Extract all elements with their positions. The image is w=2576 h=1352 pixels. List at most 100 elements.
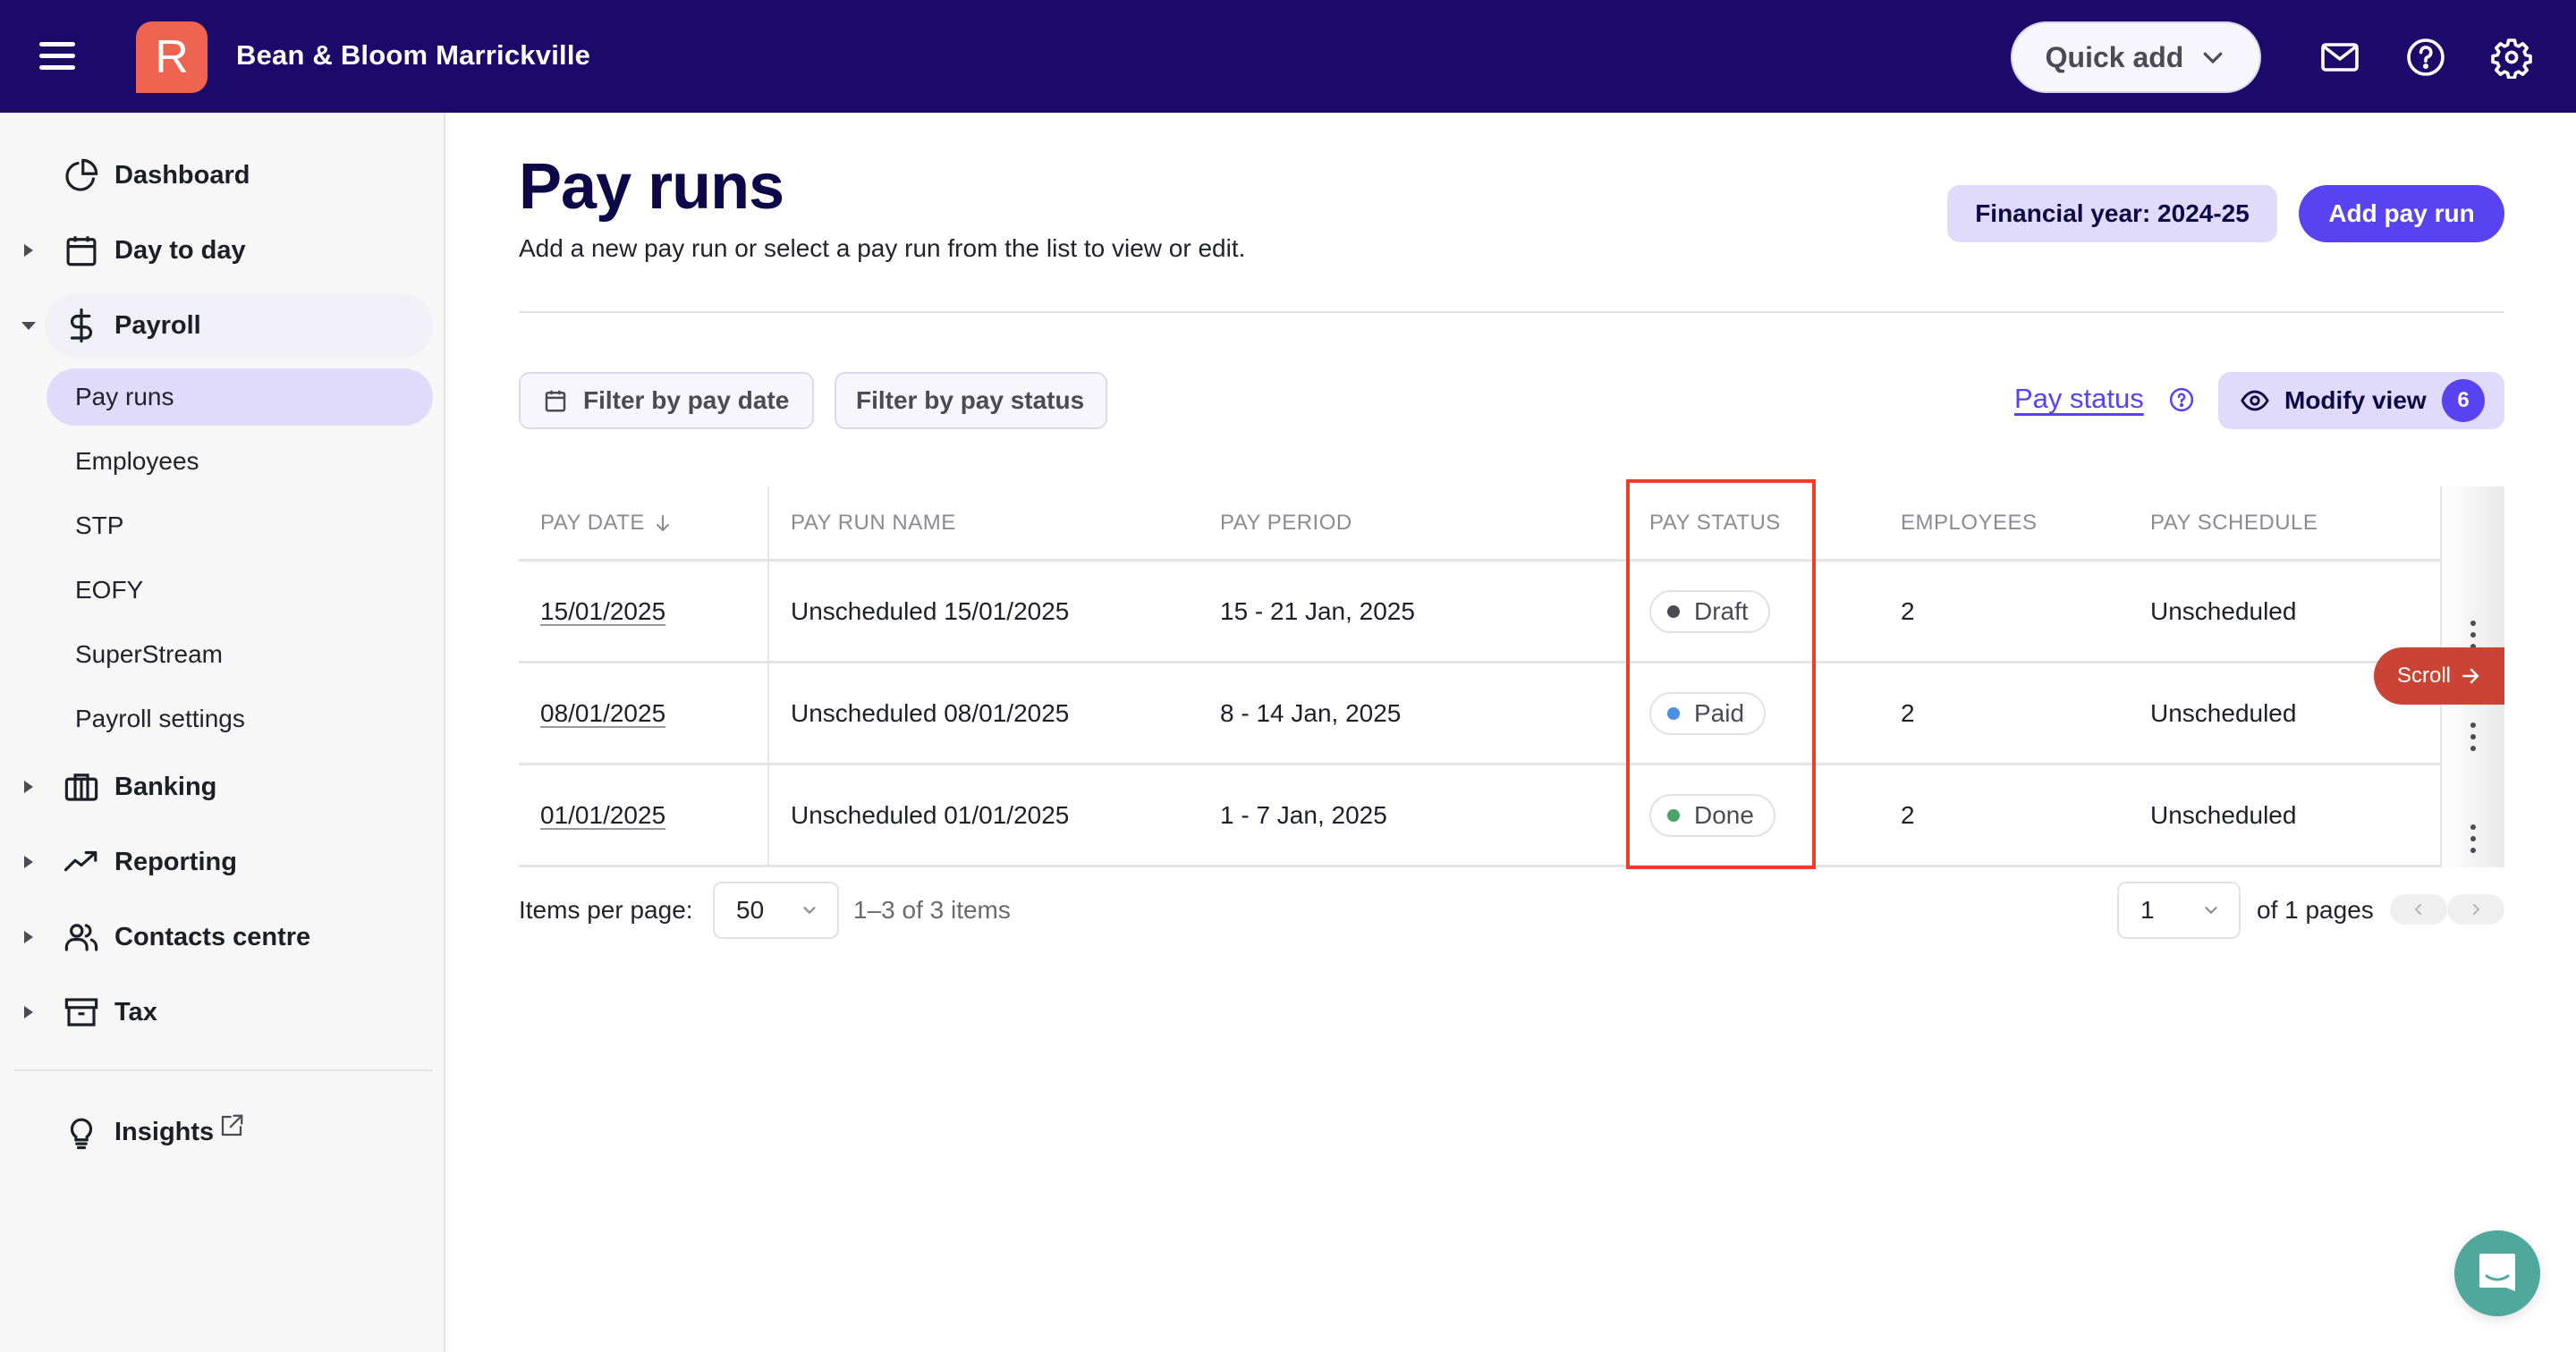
caret-right-icon	[24, 781, 33, 793]
items-per-page-select[interactable]: 50	[713, 882, 839, 939]
page-subtitle: Add a new pay run or select a pay run fr…	[519, 234, 1246, 262]
pay-date-link[interactable]: 15/01/2025	[540, 597, 665, 626]
chat-support-button[interactable]	[2454, 1230, 2540, 1316]
column-header-pay-schedule: PAY SCHEDULE	[2150, 510, 2318, 535]
row-actions-kebab-icon[interactable]	[2469, 719, 2478, 755]
current-page-value: 1	[2140, 896, 2155, 924]
table-header-row: PAY DATE PAY RUN NAME PAY PERIOD PAY STA…	[519, 486, 2504, 562]
pay-run-name: Unscheduled 08/01/2025	[791, 698, 1070, 727]
logo-letter: R	[155, 31, 189, 83]
settings-icon[interactable]	[2490, 36, 2533, 80]
sidebar-subitem-superstream[interactable]: SuperStream	[47, 626, 433, 683]
app-logo[interactable]: R	[136, 21, 208, 93]
table-row[interactable]: 08/01/2025 Unscheduled 08/01/2025 8 - 14…	[519, 663, 2504, 765]
dollar-icon	[63, 307, 100, 344]
column-header-pay-date[interactable]: PAY DATE	[540, 486, 674, 559]
help-icon[interactable]	[2404, 36, 2447, 79]
pay-period: 8 - 14 Jan, 2025	[1220, 698, 1402, 727]
table-row[interactable]: 01/01/2025 Unscheduled 01/01/2025 1 - 7 …	[519, 765, 2504, 867]
scroll-right-button[interactable]: Scroll	[2374, 647, 2504, 705]
filter-by-pay-date-button[interactable]: Filter by pay date	[519, 372, 814, 429]
sidebar-subitem-payroll-settings[interactable]: Payroll settings	[47, 690, 433, 748]
sidebar-subitem-stp[interactable]: STP	[47, 497, 433, 554]
status-badge: Draft	[1649, 589, 1770, 633]
pay-period: 15 - 21 Jan, 2025	[1220, 596, 1415, 625]
sidebar-item-label: Payroll	[114, 310, 201, 340]
previous-page-button[interactable]	[2390, 894, 2447, 925]
status-dot-icon	[1667, 706, 1680, 720]
status-badge: Paid	[1649, 691, 1767, 735]
employees-count: 2	[1901, 698, 1915, 727]
menu-icon[interactable]	[39, 42, 75, 71]
pay-date-link[interactable]: 08/01/2025	[540, 699, 665, 728]
column-header-pay-period: PAY PERIOD	[1220, 510, 1352, 535]
caret-right-icon	[24, 1006, 33, 1018]
status-label: Done	[1694, 800, 1754, 829]
pay-schedule: Unscheduled	[2150, 596, 2297, 625]
filter-by-pay-status-button[interactable]: Filter by pay status	[835, 372, 1107, 429]
sidebar: Dashboard Day to day Payroll Pay runs Em…	[0, 113, 445, 1352]
help-icon[interactable]	[2168, 386, 2195, 413]
header-divider	[519, 311, 2504, 313]
sidebar-item-contacts-centre[interactable]: Contacts centre	[0, 905, 445, 969]
mail-icon[interactable]	[2318, 36, 2361, 79]
lightbulb-icon	[63, 1113, 100, 1151]
pay-date-link[interactable]: 01/01/2025	[540, 801, 665, 830]
sidebar-item-tax[interactable]: Tax	[0, 980, 445, 1044]
chevron-right-icon	[2473, 904, 2480, 915]
pay-period: 1 - 7 Jan, 2025	[1220, 800, 1387, 829]
table-row[interactable]: 15/01/2025 Unscheduled 15/01/2025 15 - 2…	[519, 562, 2504, 663]
eye-icon	[2241, 390, 2269, 411]
sidebar-divider	[14, 1069, 433, 1071]
sidebar-item-insights[interactable]: Insights	[0, 1100, 445, 1164]
total-pages-text: of 1 pages	[2257, 896, 2374, 924]
chevron-left-icon	[2414, 904, 2421, 915]
sidebar-subitem-label: Employees	[75, 447, 199, 475]
sidebar-item-label: Dashboard	[114, 160, 250, 190]
employees-count: 2	[1901, 596, 1915, 625]
caret-down-icon	[21, 322, 36, 330]
sidebar-subitem-label: Payroll settings	[75, 705, 245, 732]
sidebar-item-banking[interactable]: Banking	[0, 755, 445, 819]
employees-count: 2	[1901, 800, 1915, 829]
row-actions-kebab-icon[interactable]	[2469, 821, 2478, 857]
chevron-down-icon	[2203, 52, 2223, 63]
financial-year-button[interactable]: Financial year: 2024-25	[1947, 185, 2277, 242]
sidebar-subitem-eofy[interactable]: EOFY	[47, 562, 433, 619]
sidebar-item-payroll[interactable]: Payroll	[0, 293, 445, 358]
pay-run-name: Unscheduled 15/01/2025	[791, 596, 1070, 625]
status-dot-icon	[1667, 604, 1680, 618]
items-per-page-value: 50	[736, 896, 765, 924]
page-select[interactable]: 1	[2117, 882, 2241, 939]
sidebar-item-reporting[interactable]: Reporting	[0, 830, 445, 894]
sidebar-item-label: Banking	[114, 772, 217, 801]
modify-view-button[interactable]: Modify view 6	[2218, 372, 2504, 429]
calendar-icon	[63, 232, 100, 269]
items-range-text: 1–3 of 3 items	[853, 896, 1011, 924]
sidebar-item-dashboard[interactable]: Dashboard	[0, 143, 445, 207]
status-label: Paid	[1694, 698, 1745, 727]
filter-date-label: Filter by pay date	[583, 386, 790, 414]
quick-add-button[interactable]: Quick add	[2011, 21, 2261, 93]
sidebar-subitem-label: SuperStream	[75, 640, 223, 668]
pay-schedule: Unscheduled	[2150, 698, 2297, 727]
modify-view-count-badge: 6	[2442, 379, 2485, 422]
column-header-label: PAY DATE	[540, 510, 645, 535]
add-pay-run-button[interactable]: Add pay run	[2299, 185, 2504, 242]
arrow-right-icon	[2462, 668, 2479, 684]
sidebar-item-day-to-day[interactable]: Day to day	[0, 218, 445, 283]
next-page-button[interactable]	[2447, 894, 2504, 925]
sidebar-item-label: Tax	[114, 997, 157, 1027]
column-header-pay-status: PAY STATUS	[1649, 510, 1781, 535]
status-label: Draft	[1694, 596, 1749, 625]
sidebar-subitem-employees[interactable]: Employees	[47, 433, 433, 490]
external-link-icon	[221, 1114, 243, 1137]
pay-run-name: Unscheduled 01/01/2025	[791, 800, 1070, 829]
pay-status-link[interactable]: Pay status	[2014, 383, 2144, 415]
chat-icon	[2479, 1254, 2515, 1291]
organisation-name[interactable]: Bean & Bloom Marrickville	[236, 39, 590, 72]
page-title: Pay runs	[519, 151, 784, 223]
top-bar: R Bean & Bloom Marrickville Quick add	[0, 0, 2576, 113]
sidebar-subitem-pay-runs[interactable]: Pay runs	[47, 368, 433, 426]
sidebar-subitem-label: STP	[75, 511, 124, 539]
